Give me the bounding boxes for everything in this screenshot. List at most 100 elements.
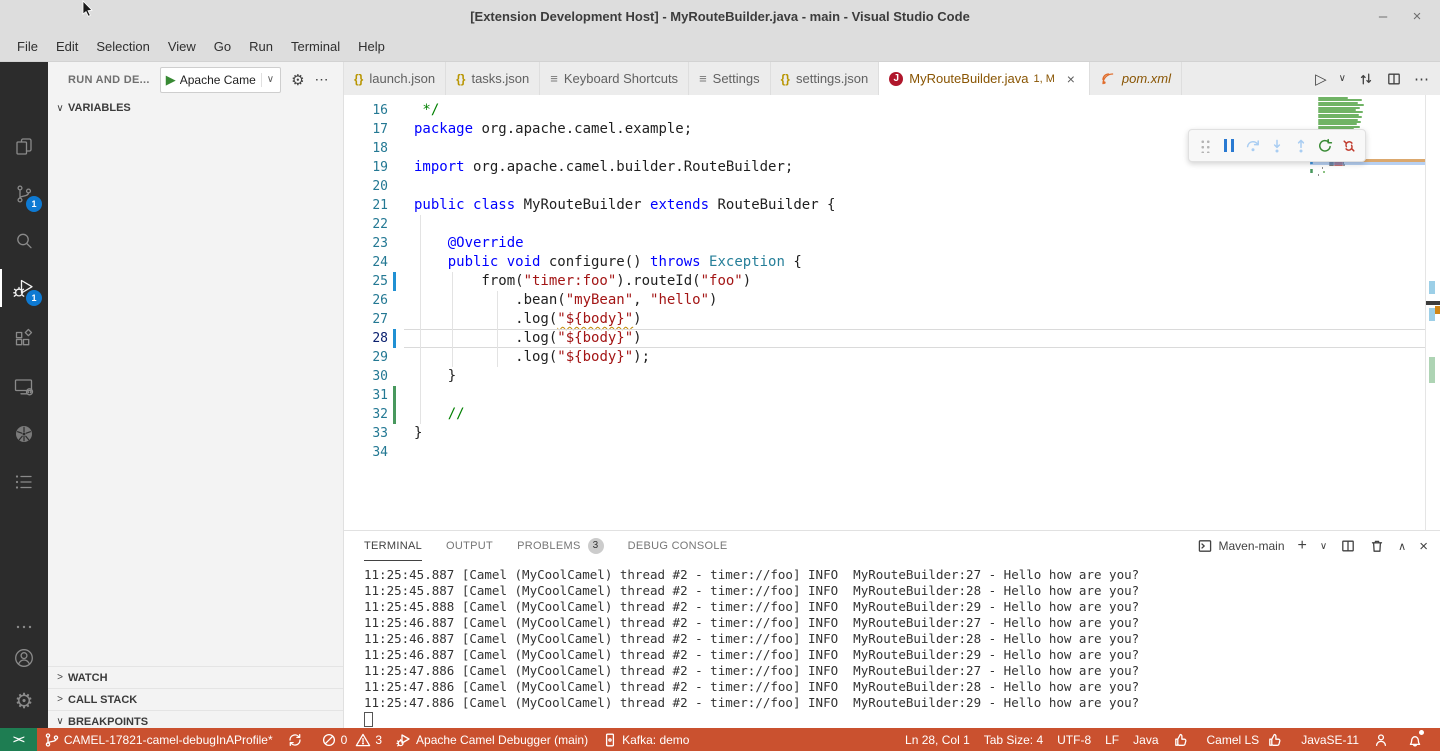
drag-handle-button[interactable] — [1194, 134, 1216, 158]
activity-search-icon[interactable] — [0, 219, 48, 263]
split-editor-icon[interactable] — [1386, 71, 1402, 87]
tab-settings[interactable]: ≡Settings — [689, 62, 771, 95]
close-panel-icon[interactable]: × — [1419, 538, 1428, 555]
code-line-30[interactable]: 30 } — [344, 367, 1425, 386]
code-line-16[interactable]: 16 */ — [344, 101, 1425, 120]
close-button[interactable]: × — [1400, 0, 1434, 33]
menu-terminal[interactable]: Terminal — [282, 36, 349, 58]
status-camel-ls[interactable]: Camel LS — [1200, 728, 1295, 751]
code-line-21[interactable]: 21public class MyRouteBuilder extends Ro… — [344, 196, 1425, 215]
more-icon[interactable]: ⋯ — [1414, 70, 1430, 88]
status-eol[interactable]: LF — [1098, 728, 1126, 751]
status-problems[interactable]: 03 — [314, 728, 389, 751]
activity-run-and-debug-icon[interactable]: 1 — [0, 266, 48, 310]
line-number[interactable]: 29 — [344, 348, 388, 367]
line-number[interactable]: 24 — [344, 253, 388, 272]
restart-button[interactable] — [1314, 134, 1336, 158]
code-line-32[interactable]: 32 // — [344, 405, 1425, 424]
panel-tab-problems[interactable]: PROBLEMS3 — [517, 531, 604, 561]
code-line-25[interactable]: 25 from("timer:foo").routeId("foo") — [344, 272, 1425, 291]
line-number[interactable]: 17 — [344, 120, 388, 139]
line-number[interactable]: 32 — [344, 405, 388, 424]
status-sync[interactable] — [280, 728, 314, 751]
code-line-31[interactable]: 31 — [344, 386, 1425, 405]
activity-source-control-icon[interactable]: 1 — [0, 172, 48, 216]
pause-button[interactable] — [1218, 134, 1240, 158]
terminal-picker[interactable]: Maven-main — [1197, 538, 1284, 554]
line-number[interactable]: 21 — [344, 196, 388, 215]
status-java-status[interactable] — [1166, 728, 1200, 751]
menu-edit[interactable]: Edit — [47, 36, 87, 58]
configure-launch-gear-icon[interactable]: ⚙ — [291, 71, 304, 89]
panel-tab-terminal[interactable]: TERMINAL — [364, 531, 422, 561]
compare-changes-icon[interactable] — [1358, 71, 1374, 87]
panel-tab-debug-console[interactable]: DEBUG CONSOLE — [628, 531, 728, 561]
launch-config-dropdown[interactable]: ▶ Apache Came ∨ — [160, 67, 281, 93]
kill-terminal-icon[interactable] — [1369, 538, 1385, 554]
sidebar-section-call-stack[interactable]: >CALL STACK — [48, 688, 343, 710]
step-out-button[interactable] — [1290, 134, 1312, 158]
tab-tasks-json[interactable]: {}tasks.json — [446, 62, 540, 95]
status-kafka[interactable]: Kafka: demo — [595, 728, 696, 751]
overview-ruler[interactable] — [1425, 95, 1440, 530]
minimize-button[interactable]: – — [1366, 0, 1400, 33]
line-number[interactable]: 22 — [344, 215, 388, 234]
code-line-27[interactable]: 27 .log("${body}") — [344, 310, 1425, 329]
code-line-28[interactable]: 28 .log("${body}") — [344, 329, 1425, 348]
status-feedback[interactable] — [1366, 728, 1400, 751]
line-number[interactable]: 30 — [344, 367, 388, 386]
status-notifications[interactable] — [1400, 728, 1434, 751]
code-editor[interactable]: 16 */17package org.apache.camel.example;… — [344, 95, 1440, 530]
menu-view[interactable]: View — [159, 36, 205, 58]
activity-account-icon[interactable] — [0, 636, 48, 680]
chevron-down-icon[interactable]: ∨ — [1339, 73, 1346, 84]
remote-indicator[interactable]: >< — [0, 728, 37, 751]
code-line-29[interactable]: 29 .log("${body}"); — [344, 348, 1425, 367]
menu-selection[interactable]: Selection — [87, 36, 158, 58]
code-line-33[interactable]: 33} — [344, 424, 1425, 443]
close-tab-icon[interactable]: × — [1063, 71, 1079, 87]
panel-tab-output[interactable]: OUTPUT — [446, 531, 493, 561]
line-number[interactable]: 16 — [344, 101, 388, 120]
disconnect-button[interactable] — [1338, 134, 1360, 158]
line-number[interactable]: 28 — [344, 329, 388, 348]
line-number[interactable]: 31 — [344, 386, 388, 405]
status-language-mode[interactable]: Java — [1126, 728, 1165, 751]
activity-settings-gear-icon[interactable]: ⚙ — [0, 679, 48, 723]
line-number[interactable]: 33 — [344, 424, 388, 443]
status-jdk[interactable]: JavaSE-11 — [1294, 728, 1366, 751]
line-number[interactable]: 23 — [344, 234, 388, 253]
status-camel-debugger[interactable]: Apache Camel Debugger (main) — [389, 728, 595, 751]
activity-test-list-icon[interactable] — [0, 460, 48, 504]
status-encoding[interactable]: UTF-8 — [1050, 728, 1098, 751]
sidebar-section-watch[interactable]: >WATCH — [48, 666, 343, 688]
menu-file[interactable]: File — [8, 36, 47, 58]
split-terminal-icon[interactable] — [1340, 538, 1356, 554]
tab-settings-json[interactable]: {}settings.json — [771, 62, 880, 95]
new-terminal-icon[interactable]: + — [1298, 537, 1307, 555]
code-line-34[interactable]: 34 — [344, 443, 1425, 462]
status-tab-size[interactable]: Tab Size: 4 — [977, 728, 1050, 751]
step-into-button[interactable] — [1266, 134, 1288, 158]
step-over-button[interactable] — [1242, 134, 1264, 158]
menu-go[interactable]: Go — [205, 36, 240, 58]
maximize-panel-icon[interactable]: ∧ — [1398, 540, 1406, 553]
code-line-23[interactable]: 23 @Override — [344, 234, 1425, 253]
line-number[interactable]: 26 — [344, 291, 388, 310]
tab-pom-xml[interactable]: pom.xml — [1090, 62, 1182, 95]
code-line-26[interactable]: 26 .bean("myBean", "hello") — [344, 291, 1425, 310]
terminal-output[interactable]: 11:25:45.887 [Camel (MyCoolCamel) thread… — [364, 567, 1430, 728]
activity-remote-explorer-icon[interactable] — [0, 365, 48, 409]
status-branch[interactable]: CAMEL-17821-camel-debugInAProfile* — [37, 728, 280, 751]
line-number[interactable]: 34 — [344, 443, 388, 462]
activity-kubernetes-icon[interactable] — [0, 412, 48, 456]
status-cursor-position[interactable]: Ln 28, Col 1 — [898, 728, 977, 751]
run-icon[interactable]: ▷ — [1315, 70, 1327, 88]
sidebar-section-variables[interactable]: ∨VARIABLES — [48, 97, 343, 119]
code-line-24[interactable]: 24 public void configure() throws Except… — [344, 253, 1425, 272]
code-line-22[interactable]: 22 — [344, 215, 1425, 234]
start-debug-icon[interactable]: ▶ — [166, 72, 176, 88]
activity-explorer-icon[interactable] — [0, 125, 48, 169]
activity-extensions-icon[interactable] — [0, 317, 48, 361]
line-number[interactable]: 25 — [344, 272, 388, 291]
